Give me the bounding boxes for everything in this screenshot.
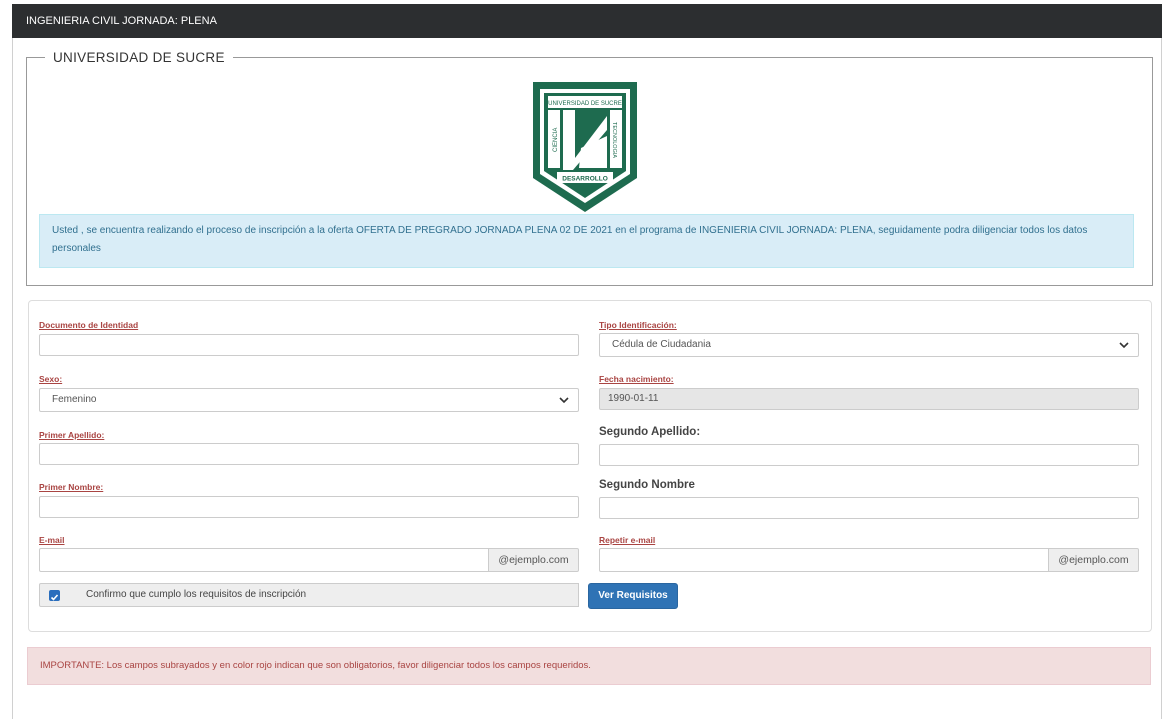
primer-apellido-label: Primer Apellido: bbox=[39, 430, 105, 440]
segundo-nombre-label: Segundo Nombre bbox=[599, 479, 695, 491]
chevron-down-icon bbox=[559, 397, 569, 404]
segundo-nombre-input[interactable] bbox=[599, 497, 1139, 519]
svg-text:CIENCIA: CIENCIA bbox=[553, 128, 559, 152]
university-logo: UNIVERSIDAD DE SUCRE CIENCIA TECNOLOGIA … bbox=[533, 82, 637, 212]
email-domain-addon: @ejemplo.com bbox=[488, 548, 579, 572]
tipo-identificacion-select[interactable]: Cédula de Ciudadania bbox=[599, 333, 1139, 357]
documento-input[interactable] bbox=[39, 334, 579, 356]
important-message: IMPORTANTE: Los campos subrayados y en c… bbox=[40, 660, 591, 671]
page-header: INGENIERIA CIVIL JORNADA: PLENA bbox=[12, 4, 1162, 38]
primer-apellido-input[interactable] bbox=[39, 443, 579, 465]
important-alert: IMPORTANTE: Los campos subrayados y en c… bbox=[27, 647, 1151, 685]
confirm-requirements-group: Confirmo que cumplo los requisitos de in… bbox=[39, 583, 579, 607]
chevron-down-icon bbox=[1119, 342, 1129, 349]
ver-requisitos-button[interactable]: Ver Requisitos bbox=[588, 583, 678, 609]
repetir-email-input[interactable] bbox=[599, 548, 1049, 572]
confirm-checkbox[interactable] bbox=[49, 590, 60, 601]
tipo-identificacion-value: Cédula de Ciudadania bbox=[612, 339, 711, 350]
info-alert: Usted , se encuentra realizando el proce… bbox=[39, 214, 1134, 268]
page-header-title: INGENIERIA CIVIL JORNADA: PLENA bbox=[26, 15, 217, 27]
email-input[interactable] bbox=[39, 548, 489, 572]
svg-text:TECNOLOGIA: TECNOLOGIA bbox=[611, 122, 617, 158]
info-message: Usted , se encuentra realizando el proce… bbox=[52, 225, 1088, 254]
university-legend: UNIVERSIDAD DE SUCRE bbox=[53, 50, 225, 65]
repetir-email-domain-addon: @ejemplo.com bbox=[1048, 548, 1139, 572]
tipo-identificacion-label: Tipo Identificación: bbox=[599, 320, 677, 330]
segundo-apellido-input[interactable] bbox=[599, 444, 1139, 466]
checkmark-icon bbox=[50, 594, 59, 601]
sexo-label: Sexo: bbox=[39, 374, 63, 384]
primer-nombre-label: Primer Nombre: bbox=[39, 482, 104, 492]
fecha-nacimiento-input[interactable]: 1990-01-11 bbox=[599, 388, 1139, 410]
sexo-select[interactable]: Femenino bbox=[39, 388, 579, 412]
fecha-nacimiento-label: Fecha nacimiento: bbox=[599, 374, 674, 384]
confirm-text: Confirmo que cumplo los requisitos de in… bbox=[68, 583, 579, 607]
primer-nombre-input[interactable] bbox=[39, 496, 579, 518]
repetir-email-label: Repetir e-mail bbox=[599, 535, 656, 545]
documento-label: Documento de Identidad bbox=[39, 320, 139, 330]
confirm-checkbox-addon bbox=[39, 583, 69, 607]
segundo-apellido-label: Segundo Apellido: bbox=[599, 426, 701, 438]
svg-text:UNIVERSIDAD DE SUCRE: UNIVERSIDAD DE SUCRE bbox=[548, 101, 622, 107]
email-label: E-mail bbox=[39, 535, 65, 545]
svg-text:DESARROLLO: DESARROLLO bbox=[562, 176, 608, 183]
sexo-value: Femenino bbox=[52, 394, 97, 405]
